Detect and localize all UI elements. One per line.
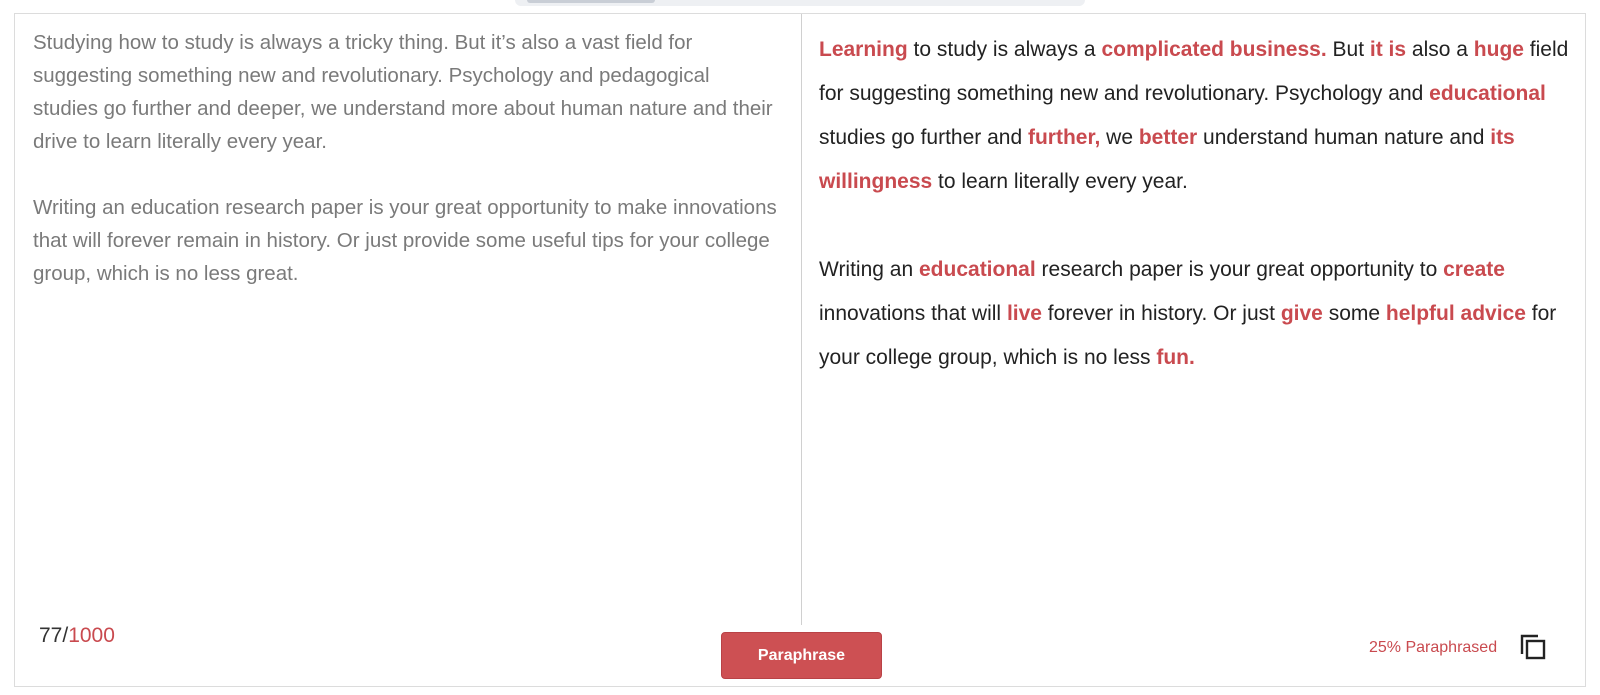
unchanged-text: some: [1322, 302, 1386, 325]
unchanged-text: forever in history. Or just: [1041, 302, 1281, 325]
changed-phrase[interactable]: helpful advice: [1386, 302, 1526, 325]
unchanged-text: research paper is your great opportunity…: [1035, 258, 1444, 281]
unchanged-text: also a: [1406, 38, 1474, 61]
unchanged-text: to study is always a: [907, 38, 1102, 61]
changed-phrase[interactable]: give: [1281, 302, 1323, 325]
changed-phrase[interactable]: further,: [1028, 126, 1100, 149]
paraphrased-percentage: 25% Paraphrased: [1369, 639, 1498, 656]
counter-limit: 1000: [68, 624, 115, 647]
changed-phrase[interactable]: educational: [1429, 82, 1546, 105]
paraphraser-panel: Studying how to study is always a tricky…: [14, 13, 1586, 687]
changed-phrase[interactable]: fun.: [1156, 346, 1194, 369]
character-counter: 77/1000: [39, 624, 115, 648]
source-paragraph: Writing an education research paper is y…: [33, 196, 777, 285]
unchanged-text: innovations that will: [819, 302, 1007, 325]
unchanged-text: we: [1100, 126, 1139, 149]
changed-phrase[interactable]: create: [1443, 258, 1505, 281]
source-paragraph: Studying how to study is always a tricky…: [33, 31, 773, 153]
changed-phrase[interactable]: it is: [1370, 38, 1406, 61]
paraphrased-paragraph: Learning to study is always a complicate…: [819, 28, 1569, 204]
paraphrased-output: Learning to study is always a complicate…: [819, 28, 1569, 424]
changed-phrase[interactable]: better: [1139, 126, 1197, 149]
changed-phrase[interactable]: Learning: [819, 38, 908, 61]
unchanged-text: understand human nature and: [1197, 126, 1491, 149]
top-tab-indicator: [527, 0, 655, 3]
unchanged-text: to learn literally every year.: [932, 170, 1188, 193]
source-text-area[interactable]: Studying how to study is always a tricky…: [33, 26, 778, 323]
unchanged-text: But: [1326, 38, 1370, 61]
panel-divider: [801, 14, 802, 625]
counter-value: 77/: [39, 624, 69, 647]
unchanged-text: studies go further and: [819, 126, 1028, 149]
changed-phrase[interactable]: complicated business.: [1101, 38, 1326, 61]
paraphrased-paragraph: Writing an educational research paper is…: [819, 248, 1569, 380]
paraphrase-button[interactable]: Paraphrase: [721, 632, 882, 679]
changed-phrase[interactable]: educational: [919, 258, 1036, 281]
top-tab-bar: [515, 0, 1085, 6]
changed-phrase[interactable]: live: [1007, 302, 1042, 325]
unchanged-text: Writing an: [819, 258, 919, 281]
changed-phrase[interactable]: huge: [1474, 38, 1524, 61]
copy-icon[interactable]: [1520, 634, 1546, 660]
